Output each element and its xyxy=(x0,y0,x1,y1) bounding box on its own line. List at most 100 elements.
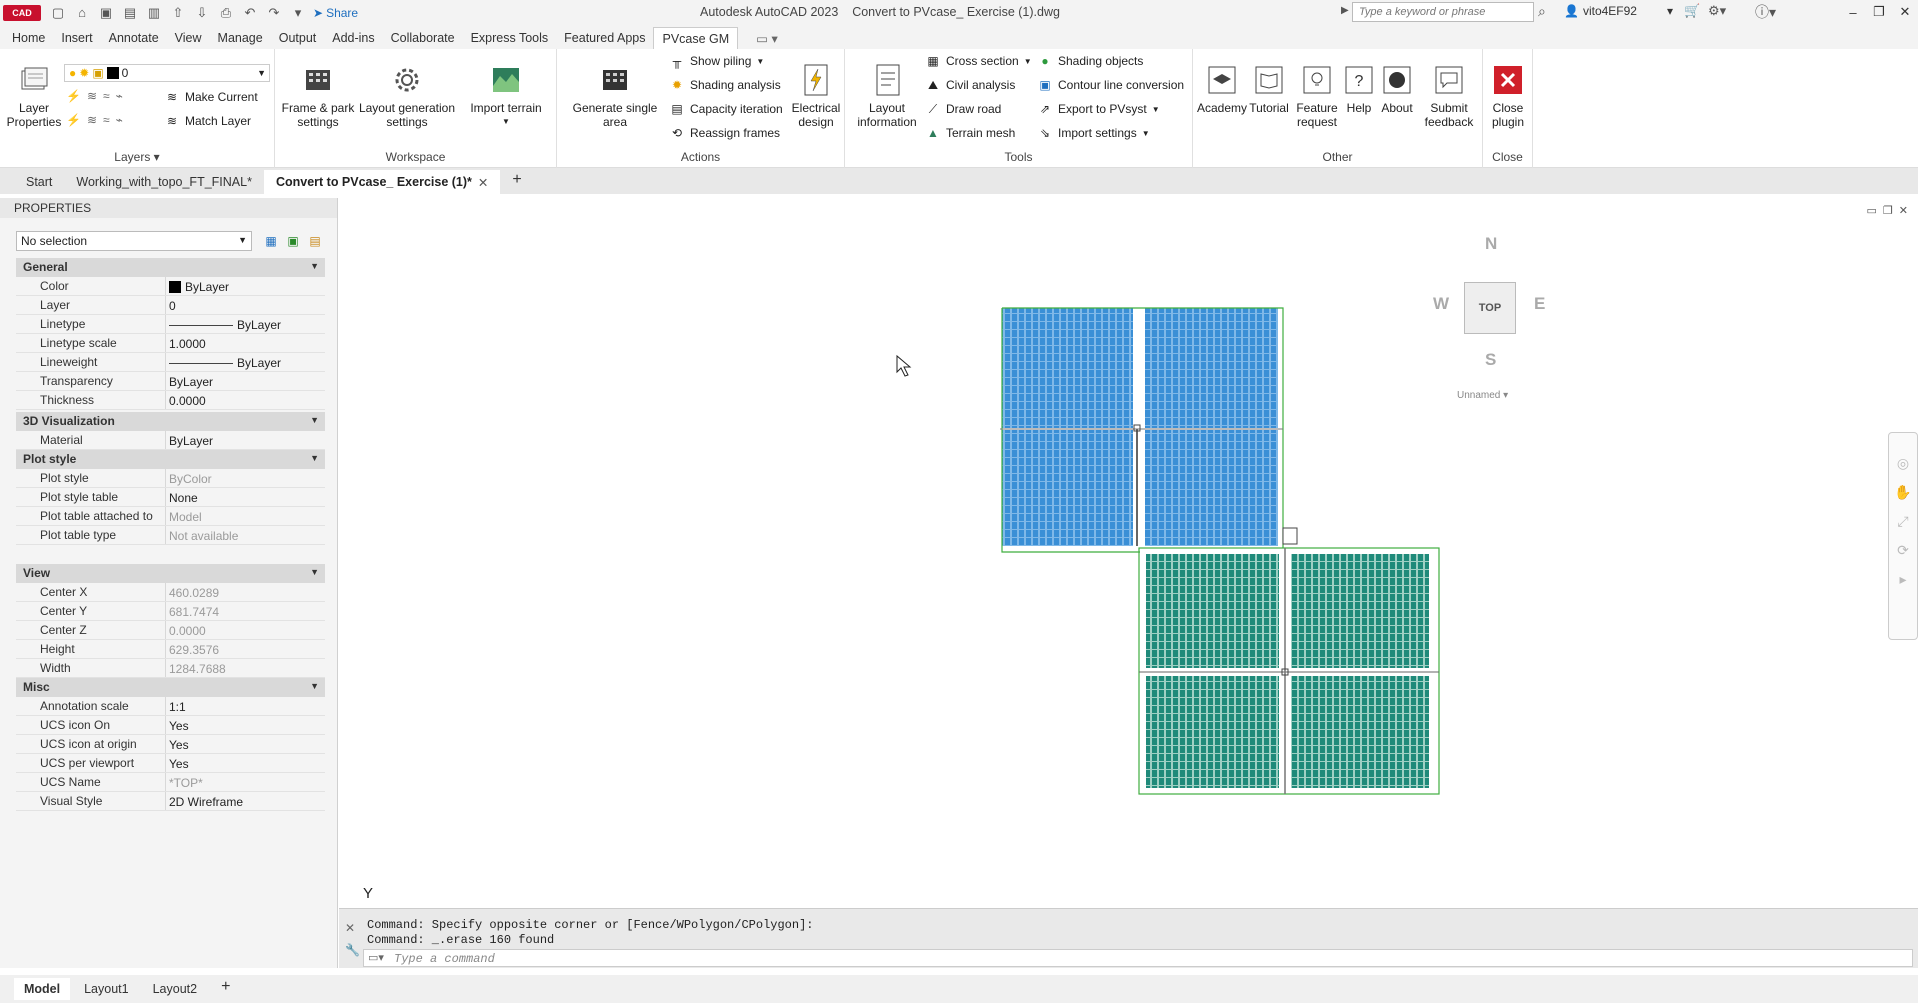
frame-park-settings-button[interactable]: Frame & park settings xyxy=(279,63,357,129)
property-row-plot[interactable]: Plot table attached to Model xyxy=(16,507,325,526)
property-value[interactable]: ByLayer xyxy=(166,277,325,295)
property-row-misc[interactable]: UCS Name *TOP* xyxy=(16,773,325,792)
layer-tool-icon[interactable]: ≈ xyxy=(103,89,110,103)
viewcube-top-face[interactable]: TOP xyxy=(1464,282,1516,334)
section-view[interactable]: View ▼ xyxy=(16,564,325,583)
property-value[interactable]: Model xyxy=(166,507,325,525)
layer-tool-icon[interactable]: ≈ xyxy=(103,113,110,127)
shading-objects-button[interactable]: ● Shading objects xyxy=(1037,54,1143,68)
orbit-icon[interactable]: ⟳ xyxy=(1897,542,1909,559)
ucs-dropdown[interactable]: Unnamed ▾ xyxy=(1457,390,1508,401)
submit-feedback-button[interactable]: Submit feedback xyxy=(1419,63,1479,129)
property-row-view[interactable]: Center Y 681.7474 xyxy=(16,602,325,621)
layout-tab-layout2[interactable]: Layout2 xyxy=(143,978,207,1000)
save-web-icon[interactable]: ▥ xyxy=(143,3,165,23)
property-value[interactable]: ByColor xyxy=(166,469,325,487)
new-file-icon[interactable]: ▢ xyxy=(47,3,69,23)
grip-marker[interactable] xyxy=(1282,527,1298,545)
close-icon[interactable]: ✕ xyxy=(1892,0,1918,24)
import-icon[interactable]: ⇧ xyxy=(167,3,189,23)
restore-icon[interactable]: ❐ xyxy=(1866,0,1892,24)
property-value[interactable]: 2D Wireframe xyxy=(166,792,325,810)
capacity-iteration-button[interactable]: ▤ Capacity iteration xyxy=(669,102,782,116)
property-row-general[interactable]: Linetype ByLayer xyxy=(16,315,325,334)
tab-insert[interactable]: Insert xyxy=(53,27,100,49)
property-row-view[interactable]: Center Z 0.0000 xyxy=(16,621,325,640)
property-row-misc[interactable]: UCS icon at origin Yes xyxy=(16,735,325,754)
property-row-general[interactable]: Color ByLayer xyxy=(16,277,325,296)
match-layer-button[interactable]: ≋ Match Layer xyxy=(164,114,251,128)
shading-analysis-button[interactable]: ✹ Shading analysis xyxy=(669,78,781,92)
redo-icon[interactable]: ↷ xyxy=(263,3,285,23)
import-settings-button[interactable]: ⇘ Import settings ▼ xyxy=(1037,126,1150,140)
property-row-general[interactable]: Thickness 0.0000 xyxy=(16,391,325,410)
toggle-pickadd-icon[interactable]: ▦ xyxy=(262,232,280,250)
property-value[interactable]: ByLayer xyxy=(166,315,325,333)
layer-tool-icon[interactable]: ≋ xyxy=(87,89,97,103)
property-value[interactable]: Yes xyxy=(166,754,325,772)
command-input[interactable]: ▭▾ Type a command xyxy=(363,949,1913,967)
property-value[interactable]: None xyxy=(166,488,325,506)
tab-featured-apps[interactable]: Featured Apps xyxy=(556,27,653,49)
restore-icon[interactable]: ❐ xyxy=(1883,204,1893,217)
section-plot-style[interactable]: Plot style ▼ xyxy=(16,450,325,469)
pv-table-group[interactable] xyxy=(1291,554,1429,668)
property-row-general[interactable]: Lineweight ByLayer xyxy=(16,353,325,372)
help-button[interactable]: ? Help xyxy=(1341,63,1377,115)
property-row-misc[interactable]: UCS per viewport Yes xyxy=(16,754,325,773)
file-tab-start[interactable]: Start xyxy=(14,170,64,194)
pv-table-group[interactable] xyxy=(1145,430,1278,546)
import-terrain-button[interactable]: Import terrain ▼ xyxy=(465,63,547,129)
close-command-icon[interactable]: ✕ xyxy=(345,921,355,935)
pv-table-group[interactable] xyxy=(1145,308,1278,428)
academy-button[interactable]: Academy xyxy=(1197,63,1247,115)
minimize-icon[interactable]: ▭ xyxy=(1867,204,1877,217)
compass-east[interactable]: E xyxy=(1534,294,1545,314)
property-row-general[interactable]: Layer 0 xyxy=(16,296,325,315)
layer-tool-icon[interactable]: ⌁ xyxy=(116,113,123,127)
drawing-canvas[interactable]: Y ▭ ❐ ✕ N S E W TOP Unnamed ▾ ◎ ✋ ⤢ ⟳ ▸ xyxy=(339,194,1918,908)
export-icon[interactable]: ⇩ xyxy=(191,3,213,23)
section-general[interactable]: General ▼ xyxy=(16,258,325,277)
pv-block-upper[interactable] xyxy=(1000,307,1284,553)
minimize-icon[interactable]: – xyxy=(1840,0,1866,24)
property-row-view[interactable]: Height 629.3576 xyxy=(16,640,325,659)
property-value[interactable]: ByLayer xyxy=(166,353,325,371)
close-tab-icon[interactable]: ✕ xyxy=(478,175,488,194)
pv-table-group[interactable] xyxy=(1002,308,1133,428)
compass-north[interactable]: N xyxy=(1485,234,1497,254)
file-tab-working-topo[interactable]: Working_with_topo_FT_FINAL* xyxy=(64,170,264,194)
layer-dropdown[interactable]: ● ✹ ▣ 0 ▼ xyxy=(64,64,270,82)
property-row-plot[interactable]: Plot style ByColor xyxy=(16,469,325,488)
civil-analysis-button[interactable]: ⛰ Civil analysis xyxy=(925,78,1015,93)
apps-icon[interactable]: ⚙▾ xyxy=(1708,3,1726,19)
add-layout-icon[interactable]: + xyxy=(211,978,240,1000)
pv-block-lower[interactable] xyxy=(1138,527,1440,795)
layout-tab-layout1[interactable]: Layout1 xyxy=(74,978,138,1000)
make-current-button[interactable]: ≋ Make Current xyxy=(164,90,258,104)
property-value[interactable]: Yes xyxy=(166,735,325,753)
property-row-plot[interactable]: Plot style table None xyxy=(16,488,325,507)
new-tab-icon[interactable]: + xyxy=(500,170,533,194)
expand-search-icon[interactable]: ▶ xyxy=(1341,5,1349,16)
pan-icon[interactable]: ✋ xyxy=(1894,484,1911,501)
app-logo[interactable]: CAD xyxy=(3,4,41,21)
about-button[interactable]: About xyxy=(1377,63,1417,115)
property-value[interactable]: 0 xyxy=(166,296,325,314)
property-value[interactable]: ByLayer xyxy=(166,372,325,390)
layout-tab-model[interactable]: Model xyxy=(14,978,71,1000)
tab-output[interactable]: Output xyxy=(271,27,325,49)
property-row-misc[interactable]: Annotation scale 1:1 xyxy=(16,697,325,716)
property-row-misc[interactable]: Visual Style 2D Wireframe xyxy=(16,792,325,811)
tab-annotate[interactable]: Annotate xyxy=(101,27,167,49)
pv-table-group[interactable] xyxy=(1002,430,1133,546)
property-row-misc[interactable]: UCS icon On Yes xyxy=(16,716,325,735)
layers-panel-title[interactable]: Layers ▾ xyxy=(0,150,274,164)
reassign-frames-button[interactable]: ⟲ Reassign frames xyxy=(669,126,780,140)
property-value[interactable]: *TOP* xyxy=(166,773,325,791)
property-value[interactable]: 681.7474 xyxy=(166,602,325,620)
select-objects-icon[interactable]: ▣ xyxy=(284,232,302,250)
property-value[interactable]: 1.0000 xyxy=(166,334,325,352)
close-plugin-button[interactable]: Close plugin xyxy=(1484,63,1532,129)
electrical-design-button[interactable]: Electrical design xyxy=(789,63,843,129)
